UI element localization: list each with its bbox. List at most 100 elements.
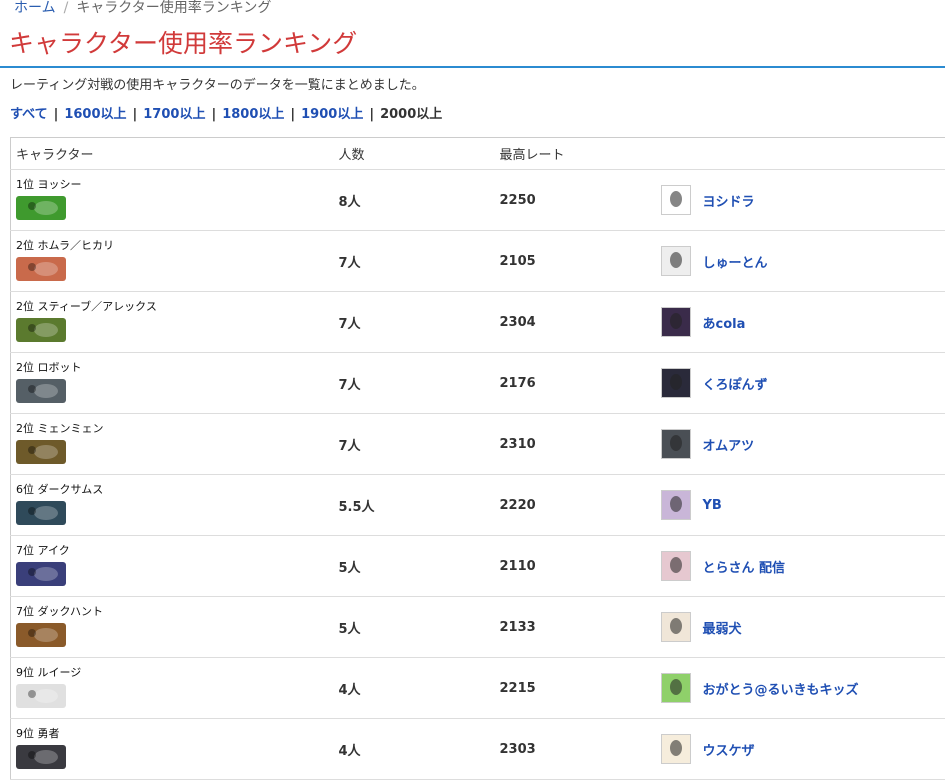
top-player: とらさん 配信 xyxy=(660,551,945,581)
character-thumbnail-icon[interactable] xyxy=(16,562,66,586)
character-thumbnail-icon[interactable] xyxy=(16,684,66,708)
filter-divider: | xyxy=(211,107,217,122)
table-row: 6位 ダークサムス 5.5人 2220 YB xyxy=(10,474,945,536)
character-thumbnail-icon[interactable] xyxy=(16,196,66,220)
player-cell: ウスケザ xyxy=(655,718,945,780)
player-avatar[interactable] xyxy=(660,551,691,581)
player-avatar[interactable] xyxy=(660,490,691,520)
max-rate-value: 2110 xyxy=(499,558,536,574)
player-avatar[interactable] xyxy=(660,307,691,337)
max-rate-cell: 2215 xyxy=(494,657,656,719)
table-row: 7位 ダックハント 5人 2133 最弱犬 xyxy=(10,596,945,658)
character-thumbnail-icon[interactable] xyxy=(16,379,66,403)
character-cell: 2位 ロボット xyxy=(10,352,334,414)
count-cell: 7人 xyxy=(333,291,495,353)
filter-divider: | xyxy=(53,107,59,122)
top-player: ヨシドラ xyxy=(660,185,945,215)
character-thumbnail-icon[interactable] xyxy=(16,318,66,342)
player-name-link[interactable]: とらさん 配信 xyxy=(703,557,786,576)
player-name-link[interactable]: くろぽんず xyxy=(703,374,768,393)
max-rate-value: 2303 xyxy=(499,741,536,757)
filter-1900-link[interactable]: 1900以上 xyxy=(301,107,363,122)
player-avatar[interactable] xyxy=(660,734,691,764)
page-header: キャラクター使用率ランキング xyxy=(0,22,945,68)
breadcrumb-home-link[interactable]: ホーム xyxy=(14,0,56,16)
top-player: ウスケザ xyxy=(660,734,945,764)
character-thumbnail-icon[interactable] xyxy=(16,623,66,647)
filter-1800-link[interactable]: 1800以上 xyxy=(222,107,284,122)
page-title: キャラクター使用率ランキング xyxy=(9,29,358,58)
player-avatar[interactable] xyxy=(660,673,691,703)
character-cell: 9位 ルイージ xyxy=(10,657,334,719)
filter-2000-current: 2000以上 xyxy=(380,107,443,122)
table-row: 2位 ミェンミェン 7人 2310 オムアツ xyxy=(10,413,945,475)
character-rank-name: 7位 ダックハント xyxy=(16,605,103,618)
character-rank-name: 2位 ホムラ／ヒカリ xyxy=(16,239,114,252)
player-avatar[interactable] xyxy=(660,246,691,276)
character-cell: 9位 勇者 xyxy=(10,718,334,780)
player-name-link[interactable]: あcola xyxy=(703,313,746,332)
player-cell: おがとう@るいきもキッズ xyxy=(655,657,945,719)
header-max-rate: 最高レート xyxy=(494,137,656,170)
character-thumbnail-icon[interactable] xyxy=(16,745,66,769)
character-thumbnail-icon[interactable] xyxy=(16,257,66,281)
max-rate-cell: 2303 xyxy=(494,718,656,780)
character-cell: 7位 アイク xyxy=(10,535,334,597)
max-rate-value: 2310 xyxy=(499,436,536,452)
character-rank-name: 2位 ミェンミェン xyxy=(16,422,104,435)
count-cell: 5人 xyxy=(333,596,495,658)
character-rank-name: 9位 ルイージ xyxy=(16,666,82,679)
count-cell: 4人 xyxy=(333,718,495,780)
filter-1600-link[interactable]: 1600以上 xyxy=(64,107,126,122)
breadcrumb: ホーム / キャラクター使用率ランキング xyxy=(14,0,271,18)
table-row: 9位 勇者 4人 2303 ウスケザ xyxy=(10,718,945,780)
count-cell: 7人 xyxy=(333,230,495,292)
player-name-link[interactable]: ヨシドラ xyxy=(703,191,755,210)
max-rate-value: 2105 xyxy=(499,253,536,269)
player-cell: 最弱犬 xyxy=(655,596,945,658)
player-cell: YB xyxy=(655,474,945,536)
player-avatar[interactable] xyxy=(660,185,691,215)
character-thumbnail-icon[interactable] xyxy=(16,440,66,464)
character-thumbnail-icon[interactable] xyxy=(16,501,66,525)
character-rank-name: 2位 ロボット xyxy=(16,361,82,374)
max-rate-cell: 2133 xyxy=(494,596,656,658)
character-rank-name: 6位 ダークサムス xyxy=(16,483,104,496)
top-player: YB xyxy=(660,490,945,520)
player-avatar[interactable] xyxy=(660,368,691,398)
top-player: しゅーとん xyxy=(660,246,945,276)
player-cell: くろぽんず xyxy=(655,352,945,414)
user-count: 5.5人 xyxy=(338,499,375,515)
max-rate-value: 2215 xyxy=(499,680,536,696)
max-rate-cell: 2304 xyxy=(494,291,656,353)
table-row: 2位 スティーブ／アレックス 7人 2304 あcola xyxy=(10,291,945,353)
character-cell: 2位 ホムラ／ヒカリ xyxy=(10,230,334,292)
user-count: 5人 xyxy=(338,621,361,637)
table-row: 2位 ロボット 7人 2176 くろぽんず xyxy=(10,352,945,414)
count-cell: 7人 xyxy=(333,413,495,475)
table-header-row: キャラクター 人数 最高レート xyxy=(10,137,945,170)
filter-all-link[interactable]: すべて xyxy=(10,107,48,122)
table-row: 2位 ホムラ／ヒカリ 7人 2105 しゅーとん xyxy=(10,230,945,292)
player-name-link[interactable]: しゅーとん xyxy=(703,252,768,271)
player-avatar[interactable] xyxy=(660,612,691,642)
player-name-link[interactable]: YB xyxy=(703,498,722,513)
user-count: 7人 xyxy=(338,316,361,332)
player-name-link[interactable]: おがとう@るいきもキッズ xyxy=(703,679,859,698)
filter-1700-link[interactable]: 1700以上 xyxy=(143,107,205,122)
count-cell: 7人 xyxy=(333,352,495,414)
player-name-link[interactable]: オムアツ xyxy=(703,435,755,454)
player-name-link[interactable]: 最弱犬 xyxy=(703,618,742,637)
user-count: 8人 xyxy=(338,194,361,210)
character-usage-table: キャラクター 人数 最高レート 1位 ヨッシー 8人 2250 ヨシドラ 2位 … xyxy=(10,137,945,780)
player-cell: あcola xyxy=(655,291,945,353)
max-rate-cell: 2250 xyxy=(494,169,656,231)
player-avatar[interactable] xyxy=(660,429,691,459)
character-rank-name: 2位 スティーブ／アレックス xyxy=(16,300,157,313)
user-count: 4人 xyxy=(338,682,361,698)
max-rate-value: 2250 xyxy=(499,192,536,208)
player-name-link[interactable]: ウスケザ xyxy=(703,740,755,759)
character-rank-name: 9位 勇者 xyxy=(16,727,60,740)
character-cell: 2位 スティーブ／アレックス xyxy=(10,291,334,353)
top-player: あcola xyxy=(660,307,945,337)
